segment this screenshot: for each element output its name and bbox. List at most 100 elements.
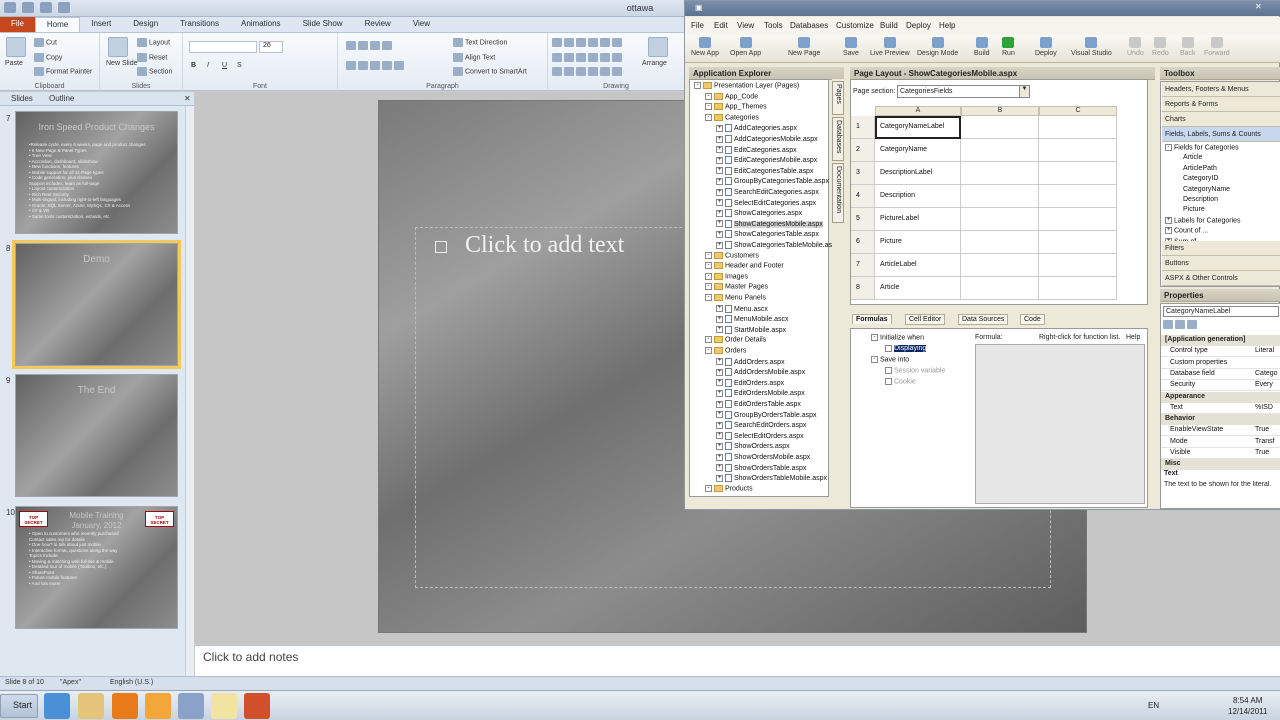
toolbox-group-active[interactable]: Fields, Labels, Sums & Counts [1162,127,1280,142]
tree-item[interactable]: + SelectEditCategories.aspx [716,198,816,209]
toolbox-tree-item[interactable]: - Fields for Categories [1165,144,1239,154]
tree-item[interactable]: + ShowCategoriesTableMobile.aspx [716,241,839,251]
layout-cell[interactable]: ArticleLabel [875,254,961,277]
expand-icon[interactable]: - [705,347,712,354]
tree-item[interactable]: + ShowOrdersTable.aspx [716,463,806,474]
menu-deploy[interactable]: Deploy [906,21,931,30]
reset-button[interactable]: Reset [137,53,167,62]
expand-icon[interactable]: + [1165,227,1172,235]
expand-icon[interactable]: - [705,283,712,291]
layout-cell[interactable]: DescriptionLabel [875,162,961,185]
undo-button[interactable]: Undo [1127,37,1144,57]
tree-item[interactable]: + Menu.ascx [716,304,768,315]
align-text-button[interactable]: Align Text [453,53,495,62]
tree-item[interactable]: - App_Themes [705,103,767,113]
expand-icon[interactable]: + [716,199,723,207]
live-preview-button[interactable]: Live Preview [870,37,910,57]
expand-icon[interactable]: + [1165,216,1172,224]
property-category[interactable]: Misc [1161,459,1280,471]
new-page-button[interactable]: New Page [788,37,820,57]
property-value[interactable]: True [1255,449,1269,456]
menu-edit[interactable]: Edit [714,21,728,30]
layout-cell[interactable] [961,277,1039,300]
layout-cell[interactable]: Description [875,185,961,208]
expand-icon[interactable]: + [716,135,723,143]
design-mode-button[interactable]: Design Mode [917,37,958,57]
tab-code[interactable]: Code [1020,314,1045,325]
firefox-icon[interactable] [112,693,138,719]
close-icon[interactable]: ✕ [1255,2,1262,11]
layout-cell[interactable] [1039,139,1117,162]
expand-icon[interactable]: + [716,411,723,419]
expand-icon[interactable]: - [705,294,712,301]
expand-icon[interactable]: + [716,400,723,408]
powerpoint-icon[interactable] [244,693,270,719]
shapes-gallery-row3[interactable] [552,67,624,76]
slide-thumbnail[interactable]: Mobile Training January, 2012 TOP SECRET… [15,506,178,629]
menu-file[interactable]: File [691,21,704,30]
tree-item[interactable]: - Products [705,484,753,495]
tab-outline[interactable]: Outline [49,94,74,103]
slide-thumbnail-selected[interactable]: Demo [12,240,181,369]
expand-icon[interactable]: + [716,220,723,228]
layout-button[interactable]: Layout [137,38,170,47]
tab-pages[interactable]: Pages [832,81,844,115]
property-category[interactable]: Behavior [1161,414,1280,426]
forward-button[interactable]: Forward [1204,37,1230,57]
property-row[interactable]: EnableViewState True [1161,425,1280,437]
menu-tools[interactable]: Tools [764,21,783,30]
tab-cell-editor[interactable]: Cell Editor [905,314,946,325]
bold-button[interactable]: B [191,62,196,69]
menu-view[interactable]: View [737,21,754,30]
toolbox-group[interactable]: Reports & Forms [1162,97,1280,112]
alphabetical-icon[interactable] [1175,320,1185,330]
property-category[interactable]: [Application generation] [1161,335,1280,346]
property-row[interactable]: Text %ISD [1161,403,1280,414]
start-button[interactable]: Start [0,694,38,718]
tab-slide-show[interactable]: Slide Show [292,17,354,32]
toolbox-group[interactable]: Headers, Footers & Menus [1162,82,1280,97]
layout-cell[interactable] [1039,277,1117,300]
copy-button[interactable]: Copy [34,53,62,62]
tree-item[interactable]: + AddOrders.aspx [716,357,785,368]
layout-cell[interactable]: CategoryNameLabel [875,116,961,139]
column-header[interactable]: C [1039,106,1117,116]
tab-data-sources[interactable]: Data Sources [958,314,1009,325]
run-button[interactable]: Run [1002,37,1015,57]
expand-icon[interactable]: + [716,368,723,376]
expand-icon[interactable]: - [705,272,712,280]
convert-smartart-button[interactable]: Convert to SmartArt [453,67,527,76]
expand-icon[interactable]: + [716,315,723,323]
expand-icon[interactable]: - [705,251,712,259]
tab-slides[interactable]: Slides [11,94,33,103]
expand-icon[interactable]: + [716,326,723,334]
tree-item[interactable]: - Header and Footer [705,262,784,272]
tree-item[interactable]: - Order Details [705,336,766,346]
underline-button[interactable]: U [222,62,227,69]
expand-icon[interactable]: + [716,358,723,366]
tab-file[interactable]: File [0,17,35,32]
tree-item[interactable]: + GroupByCategoriesTable.aspx [716,177,829,187]
tab-transitions[interactable]: Transitions [169,17,230,32]
toolbox-tree-item[interactable]: ArticlePath [1183,165,1217,175]
bullets-icon[interactable] [346,41,394,50]
ie-icon[interactable] [44,693,70,719]
column-header[interactable]: B [961,106,1039,116]
expand-icon[interactable]: - [705,484,712,492]
tree-item[interactable]: + MenuMobile.ascx [716,315,788,325]
tree-item[interactable]: - Customers [705,251,759,262]
align-icon[interactable] [346,61,406,70]
property-value[interactable]: True [1255,426,1269,433]
page-section-select[interactable]: CategoriesFields [897,85,1027,98]
layout-cell[interactable] [1039,231,1117,254]
formula-tree-item-selected[interactable]: Displaying [885,345,927,355]
tree-item[interactable]: + EditOrdersMobile.aspx [716,389,805,399]
layout-cell[interactable] [1039,185,1117,208]
tree-item[interactable]: - Images [705,272,748,283]
layout-cell[interactable] [1039,116,1117,139]
visual-studio-button[interactable]: Visual Studio [1071,37,1112,57]
expand-icon[interactable]: + [716,305,723,313]
expand-icon[interactable]: + [716,389,723,397]
layout-cell[interactable] [961,139,1039,162]
clock-time[interactable]: 8:54 AM [1233,696,1262,705]
